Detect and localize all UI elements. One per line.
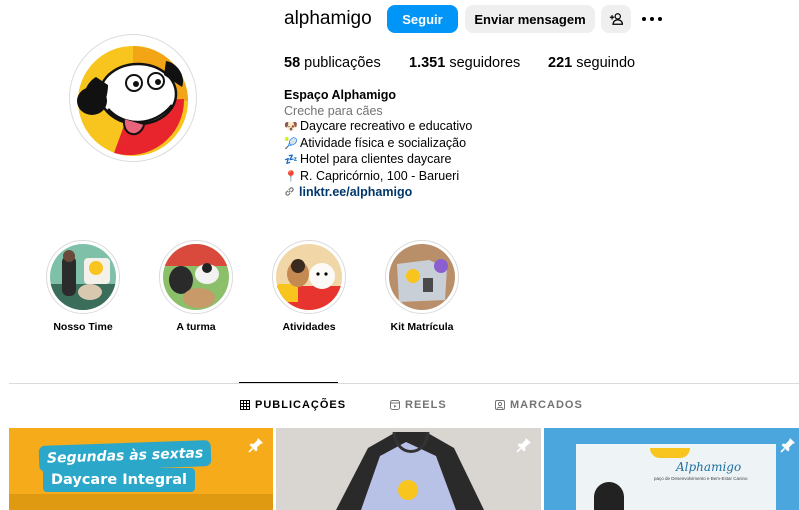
bio-line: 🎾 Atividade física e socialização	[284, 136, 472, 153]
highlight-cover-image	[50, 244, 116, 310]
bio-name: Espaço Alphamigo	[284, 88, 397, 102]
highlight-cover-image	[276, 244, 342, 310]
pin-icon	[516, 438, 531, 453]
followers-count[interactable]: 1.351 seguidores	[409, 55, 520, 71]
tagged-icon	[495, 400, 505, 410]
highlight-label: A turma	[176, 321, 216, 333]
post-tile[interactable]: Alphamigo paço de Desenvolvimento e Bem-…	[544, 428, 799, 510]
reels-icon	[390, 400, 400, 410]
sleep-icon: 💤	[284, 154, 298, 166]
tabs-divider	[9, 383, 799, 384]
post-banner: Daycare Integral	[43, 468, 196, 492]
post-brand: Alphamigo	[676, 460, 742, 474]
highlight-label: Kit Matrícula	[390, 321, 454, 333]
tab-label: MARCADOS	[510, 399, 583, 411]
bio-line: 💤 Hotel para clientes daycare	[284, 152, 472, 169]
highlight-atividades[interactable]: Atividades	[272, 240, 346, 333]
more-options-icon[interactable]	[642, 10, 662, 28]
tab-label: PUBLICAÇÕES	[255, 399, 347, 411]
post-text: Daycare Integral	[51, 472, 188, 488]
following-count[interactable]: 221 seguindo	[548, 55, 635, 71]
highlight-cover-image	[163, 244, 229, 310]
bio-link-row[interactable]: linktr.ee/alphamigo	[284, 185, 472, 201]
grid-icon	[240, 400, 250, 410]
tab-label: REELS	[405, 399, 447, 411]
highlight-a-turma[interactable]: A turma	[159, 240, 233, 333]
post-tile[interactable]: Segundas às sextas Daycare Integral	[9, 428, 273, 510]
avatar-image	[74, 39, 192, 157]
post-subtitle: paço de Desenvolvimento e Bem-Estar Cani…	[654, 476, 748, 481]
follow-button[interactable]: Seguir	[387, 5, 458, 33]
link-icon	[285, 187, 294, 196]
post-tile[interactable]	[276, 428, 541, 510]
send-message-button[interactable]: Enviar mensagem	[465, 5, 595, 33]
post-text: Segundas às sextas	[46, 445, 204, 467]
profile-avatar[interactable]	[69, 34, 197, 162]
profile-username: alphamigo	[284, 8, 372, 29]
post-card: Alphamigo paço de Desenvolvimento e Bem-…	[576, 444, 776, 510]
tab-reels[interactable]: REELS	[390, 399, 447, 411]
pin-icon: 📍	[284, 170, 298, 183]
highlight-label: Nosso Time	[53, 321, 113, 333]
bio-line: 🐶 Daycare recreativo e educativo	[284, 119, 472, 136]
highlight-nosso-time[interactable]: Nosso Time	[46, 240, 120, 333]
bio-category: Creche para cães	[284, 103, 383, 118]
tennis-ball-icon: 🎾	[284, 137, 298, 150]
add-user-icon	[609, 13, 623, 25]
highlight-cover-image	[389, 244, 455, 310]
profile-bio: Espaço Alphamigo Creche para cães 🐶 Dayca…	[284, 88, 472, 201]
post-image	[276, 428, 541, 510]
highlight-label: Atividades	[282, 321, 336, 333]
posts-count: 58 publicações	[284, 55, 381, 71]
tab-marcados[interactable]: MARCADOS	[495, 399, 583, 411]
highlight-kit-matricula[interactable]: Kit Matrícula	[385, 240, 459, 333]
dog-face-icon: 🐶	[284, 121, 298, 133]
tab-publicacoes[interactable]: PUBLICAÇÕES	[240, 399, 346, 411]
pin-icon	[248, 438, 263, 453]
bio-line: 📍 R. Capricórnio, 100 - Barueri	[284, 169, 472, 186]
bio-link[interactable]: linktr.ee/alphamigo	[299, 185, 412, 199]
pin-icon	[780, 438, 795, 453]
active-tab-indicator	[239, 382, 338, 383]
suggested-users-button[interactable]	[601, 5, 631, 33]
